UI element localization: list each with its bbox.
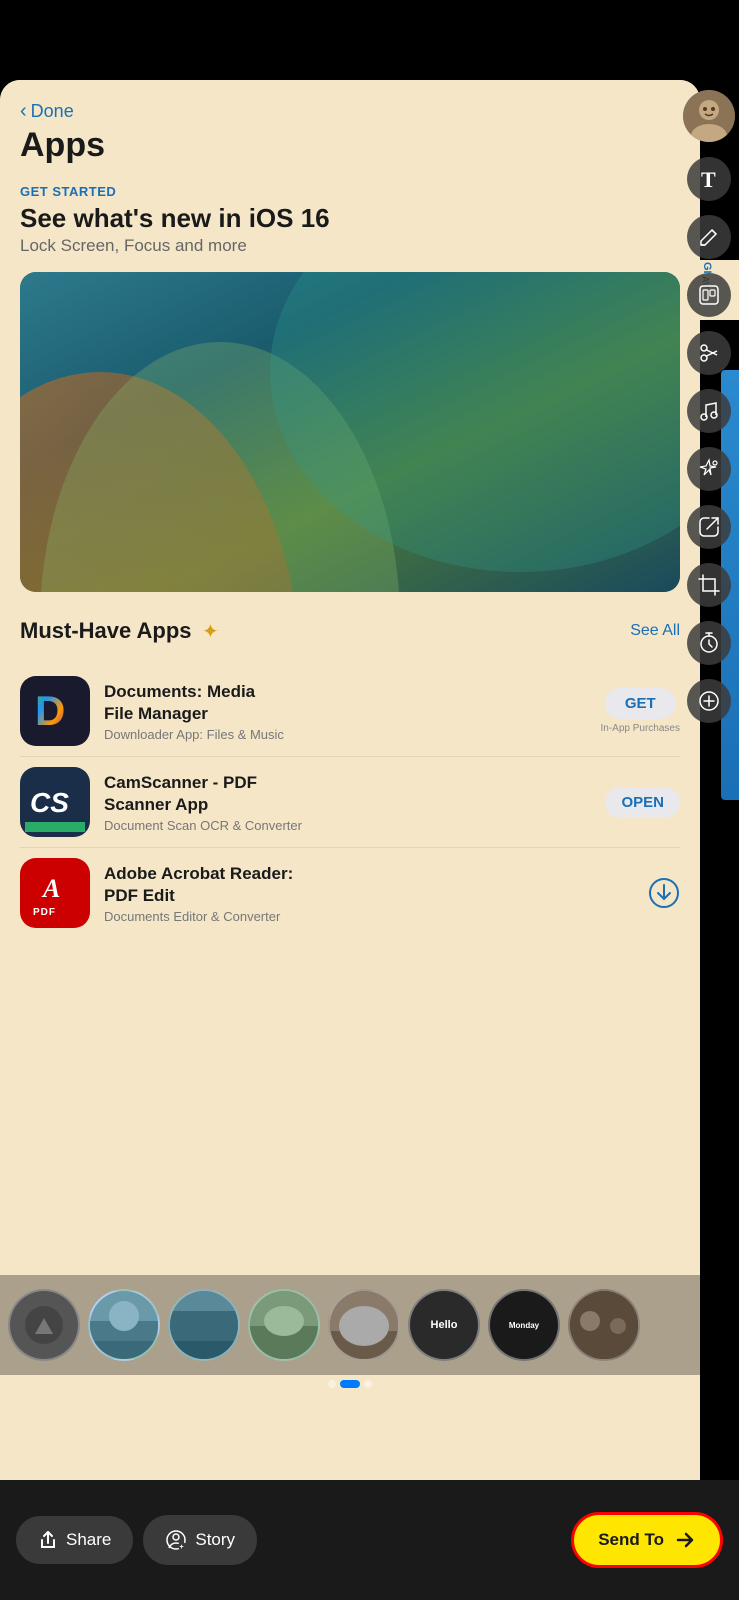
- story-label: Story: [195, 1530, 235, 1550]
- svg-text:T: T: [701, 167, 716, 192]
- app-info-documents: Documents: MediaFile Manager Downloader …: [104, 681, 591, 742]
- app-desc-camscanner: Document Scan OCR & Converter: [104, 818, 595, 833]
- ios16-banner[interactable]: 16: [20, 272, 680, 592]
- text-tool-button[interactable]: T: [684, 154, 734, 204]
- story-icon: +: [165, 1529, 187, 1551]
- send-to-button[interactable]: Send To: [571, 1512, 723, 1568]
- download-button-adobe[interactable]: [648, 877, 680, 909]
- app-desc-documents: Downloader App: Files & Music: [104, 727, 591, 742]
- back-chevron-icon: ‹: [20, 100, 27, 123]
- crop-tool-button[interactable]: [684, 560, 734, 610]
- text-icon: T: [687, 157, 731, 201]
- main-content: ‹ Done Apps GET STARTED See what's new i…: [0, 80, 700, 1520]
- in-app-purchase-label: In-App Purchases: [601, 723, 681, 734]
- scroll-dot-3: [364, 1380, 372, 1388]
- sticker-icon: [687, 273, 731, 317]
- story-thumb-4[interactable]: [328, 1289, 400, 1361]
- get-button-documents[interactable]: GET: [605, 688, 676, 719]
- timer-icon: [687, 621, 731, 665]
- story-thumb-1[interactable]: [88, 1289, 160, 1361]
- pencil-icon: [687, 215, 731, 259]
- svg-text:+: +: [180, 1544, 184, 1551]
- svg-text:D: D: [35, 687, 65, 734]
- story-thumb-3[interactable]: [248, 1289, 320, 1361]
- page-title: Apps: [20, 127, 680, 164]
- done-label: Done: [31, 101, 74, 122]
- app-icon-adobe: A PDF: [20, 858, 90, 928]
- app-name-documents: Documents: MediaFile Manager: [104, 681, 591, 725]
- right-toolbar: T: [679, 80, 739, 1520]
- scroll-dot-1: [328, 1380, 336, 1388]
- music-tool-button[interactable]: [684, 386, 734, 436]
- music-icon: [687, 389, 731, 433]
- crop-icon: [687, 563, 731, 607]
- ios-promo-subtitle: Lock Screen, Focus and more: [20, 236, 680, 256]
- app-item-documents[interactable]: D Documents: MediaFile Manager Downloade…: [20, 666, 680, 757]
- story-thumb-monday[interactable]: Monday: [488, 1289, 560, 1361]
- done-button[interactable]: ‹ Done: [20, 100, 680, 123]
- effects-icon: [687, 447, 731, 491]
- ios-promo-title: See what's new in iOS 16: [20, 203, 680, 234]
- app-info-camscanner: CamScanner - PDFScanner App Document Sca…: [104, 772, 595, 833]
- app-action-documents: GET In-App Purchases: [601, 688, 681, 734]
- send-arrow-icon: [674, 1529, 696, 1551]
- hello-label: Hello: [431, 1319, 458, 1331]
- edit-tool-button[interactable]: [684, 212, 734, 262]
- share-label: Share: [66, 1530, 111, 1550]
- svg-text:A: A: [41, 874, 60, 903]
- section-title-group: Must-Have Apps ✦: [20, 618, 219, 644]
- app-icon-documents: D: [20, 676, 90, 746]
- app-list: D Documents: MediaFile Manager Downloade…: [0, 666, 700, 938]
- effects-tool-button[interactable]: [684, 444, 734, 494]
- svg-text:PDF: PDF: [33, 907, 56, 918]
- must-have-title: Must-Have Apps: [20, 618, 192, 643]
- app-desc-adobe: Documents Editor & Converter: [104, 909, 638, 924]
- scroll-indicator: [0, 1376, 700, 1392]
- user-avatar[interactable]: [683, 90, 735, 142]
- share-icon: [38, 1530, 58, 1550]
- add-tool-button[interactable]: [684, 676, 734, 726]
- scroll-dot-2: [340, 1380, 360, 1388]
- bottom-bar: Share + Story Send To: [0, 1480, 739, 1600]
- paperclip-icon: [687, 505, 731, 549]
- section-header: Must-Have Apps ✦ See All: [20, 618, 680, 644]
- scissors-tool-button[interactable]: [684, 328, 734, 378]
- story-thumb-0[interactable]: [8, 1289, 80, 1361]
- add-icon: [687, 679, 731, 723]
- app-name-adobe: Adobe Acrobat Reader:PDF Edit: [104, 863, 638, 907]
- svg-text:CS: CS: [30, 787, 69, 818]
- sticker-tool-button[interactable]: [684, 270, 734, 320]
- timer-tool-button[interactable]: [684, 618, 734, 668]
- header: ‹ Done Apps: [0, 80, 700, 174]
- story-button[interactable]: + Story: [143, 1515, 257, 1565]
- sparkle-icon: ✦: [202, 621, 219, 643]
- app-action-camscanner: OPEN: [605, 787, 680, 818]
- app-info-adobe: Adobe Acrobat Reader:PDF Edit Documents …: [104, 863, 638, 924]
- app-name-camscanner: CamScanner - PDFScanner App: [104, 772, 595, 816]
- monday-label: Monday: [509, 1321, 539, 1330]
- app-icon-camscanner: CS: [20, 767, 90, 837]
- share-button[interactable]: Share: [16, 1516, 133, 1564]
- must-have-section: Must-Have Apps ✦ See All: [0, 602, 700, 666]
- link-tool-button[interactable]: [684, 502, 734, 552]
- app-item-adobe[interactable]: A PDF Adobe Acrobat Reader:PDF Edit Docu…: [20, 848, 680, 938]
- get-started-label: GET STARTED: [20, 184, 680, 199]
- get-started-section: GET STARTED See what's new in iOS 16 Loc…: [0, 174, 700, 262]
- story-thumb-8[interactable]: [568, 1289, 640, 1361]
- story-thumb-2[interactable]: [168, 1289, 240, 1361]
- see-all-button[interactable]: See All: [630, 622, 680, 640]
- open-button-camscanner[interactable]: OPEN: [605, 787, 680, 818]
- app-item-camscanner[interactable]: CS CamScanner - PDFScanner App Document …: [20, 757, 680, 848]
- story-row: Hello Monday: [0, 1275, 700, 1375]
- send-to-label: Send To: [598, 1530, 664, 1550]
- scissors-icon: [687, 331, 731, 375]
- story-thumb-hello[interactable]: Hello: [408, 1289, 480, 1361]
